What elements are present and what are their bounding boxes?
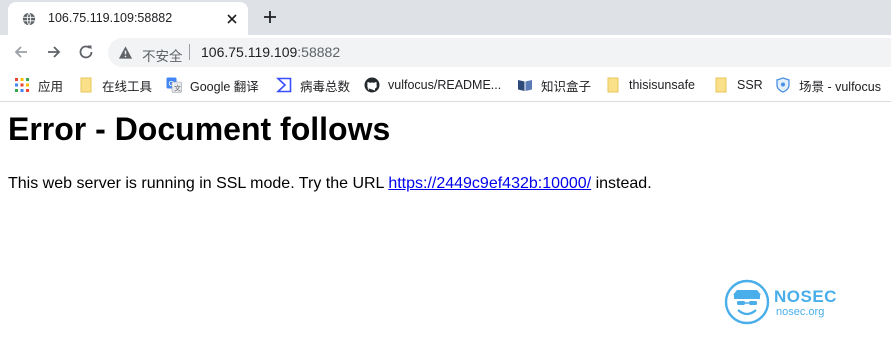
bookmark-label: thisisunsafe — [629, 78, 696, 92]
bookmark-scene-vulfocus[interactable]: 场景 - vulfocus — [775, 69, 881, 101]
globe-icon — [22, 12, 36, 26]
page-message: This web server is running in SSL mode. … — [8, 175, 652, 193]
shield-icon — [776, 77, 790, 93]
reload-icon[interactable] — [77, 43, 95, 61]
forward-arrow-icon[interactable] — [45, 43, 63, 61]
bookmark-ssr[interactable]: SSR — [713, 69, 763, 101]
bookmark-vulfocus-readme[interactable]: vulfocus/README... — [364, 69, 501, 101]
address-bar[interactable]: 不安全 106.75.119.109:58882 — [108, 38, 891, 67]
apps-grid-icon — [15, 78, 29, 92]
url-port: :58882 — [297, 44, 341, 60]
hacker-mask-icon — [724, 279, 770, 325]
warning-triangle-icon[interactable] — [118, 45, 133, 60]
bookmark-label: SSR — [737, 78, 763, 92]
bookmark-virustotal[interactable]: 病毒总数 — [276, 69, 350, 101]
omnibox-divider — [189, 44, 190, 60]
bookmark-label: vulfocus/README... — [388, 78, 502, 92]
bookmark-knowledge-box[interactable]: 知识盒子 — [517, 69, 591, 101]
page-heading: Error - Document follows — [8, 111, 391, 147]
bookmark-online-tools[interactable]: 在线工具 — [78, 69, 152, 101]
back-arrow-icon[interactable] — [12, 43, 30, 61]
bookmarks-bar: 应用 在线工具 G 文 Google 翻译 病毒总数 vulfocus/READ… — [0, 69, 891, 102]
watermark-subtitle: nosec.org — [776, 306, 825, 318]
watermark-title: NOSEC — [774, 287, 837, 306]
bookmark-label: 病毒总数 — [300, 79, 351, 94]
folder-icon — [607, 77, 619, 93]
book-icon — [518, 80, 532, 91]
browser-tab[interactable]: 106.75.119.109:58882 — [8, 2, 248, 35]
message-text-after: instead. — [591, 175, 652, 192]
bookmark-label: 知识盒子 — [541, 79, 592, 94]
google-translate-icon: G 文 — [166, 77, 182, 93]
svg-text:文: 文 — [174, 84, 181, 93]
bookmark-google-translate[interactable]: G 文 Google 翻译 — [166, 69, 259, 101]
nosec-watermark: NOSEC nosec.org — [724, 279, 854, 329]
tab-strip: 106.75.119.109:58882 — [0, 0, 891, 35]
ssl-url-link[interactable]: https://2449c9ef432b:10000/ — [388, 175, 591, 192]
message-text-before: This web server is running in SSL mode. … — [8, 175, 389, 192]
security-label[interactable]: 不安全 — [142, 45, 183, 65]
toolbar: 不安全 106.75.119.109:58882 — [0, 35, 891, 69]
bookmark-label: 应用 — [38, 79, 64, 94]
folder-icon — [715, 77, 727, 93]
close-icon[interactable] — [224, 11, 240, 27]
plus-icon[interactable] — [261, 8, 279, 26]
url-host: 106.75.119.109 — [201, 44, 298, 60]
bookmark-label: 场景 - vulfocus — [799, 79, 881, 94]
bookmark-apps[interactable]: 应用 — [14, 69, 63, 101]
bookmark-label: Google 翻译 — [190, 79, 259, 94]
url-text[interactable]: 106.75.119.109:58882 — [201, 44, 340, 60]
bookmark-label: 在线工具 — [102, 79, 153, 94]
bookmark-thisisunsafe[interactable]: thisisunsafe — [605, 69, 695, 101]
virustotal-icon — [276, 77, 292, 93]
folder-icon — [80, 77, 92, 93]
github-icon — [364, 77, 380, 93]
tab-title: 106.75.119.109:58882 — [48, 11, 173, 25]
